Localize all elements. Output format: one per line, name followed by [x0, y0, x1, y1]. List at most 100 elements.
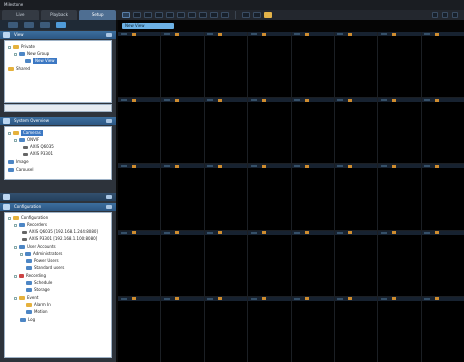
camera-cell[interactable]	[248, 98, 291, 164]
collapse-icon[interactable]	[106, 33, 112, 37]
tree-item-user-accounts[interactable]: User Accounts	[14, 244, 56, 250]
camera-cell[interactable]	[291, 230, 334, 296]
tree-item-log[interactable]: Log	[20, 317, 35, 323]
clear-icon[interactable]	[253, 12, 261, 18]
expand-icon[interactable]	[20, 252, 23, 256]
camera-cell[interactable]	[291, 296, 334, 362]
camera-cell[interactable]	[118, 32, 161, 98]
camera-cell[interactable]	[248, 32, 291, 98]
layout-2plus8-icon[interactable]	[188, 12, 196, 18]
tree-item-shared[interactable]: Shared	[8, 66, 30, 72]
layout-3x3-icon[interactable]	[144, 12, 152, 18]
camera-cell[interactable]	[334, 164, 378, 230]
tab-live[interactable]: Live	[2, 10, 39, 20]
layout-4x4-icon[interactable]	[155, 12, 163, 18]
expand-icon[interactable]	[14, 274, 17, 278]
camera-cell[interactable]	[378, 164, 421, 230]
tree-item-carousel[interactable]: Carousel	[8, 167, 33, 173]
expand-icon[interactable]	[14, 52, 17, 56]
view-tab[interactable]: New View	[122, 23, 174, 29]
configuration-header[interactable]: Configuration	[0, 203, 116, 211]
tree-item-recorder-1[interactable]: AXIS Q6035 [192.168.1.244:8080]	[22, 229, 98, 235]
camera-cell[interactable]	[248, 296, 291, 362]
tree-item-recorder-2[interactable]: AXIS P3301 [192.168.1.100:8080]	[22, 236, 97, 242]
tree-item-administrators[interactable]: Administrators	[20, 251, 62, 257]
camera-cell[interactable]	[421, 230, 464, 296]
camera-cell[interactable]	[161, 32, 204, 98]
tree-item-motion[interactable]: Motion	[26, 309, 48, 315]
expand-icon[interactable]	[14, 245, 17, 249]
camera-cell[interactable]	[421, 164, 464, 230]
tree-item-private[interactable]: Private	[8, 44, 35, 50]
layout-1plus5-icon[interactable]	[166, 12, 174, 18]
tree-item-configuration[interactable]: Configuration	[8, 215, 48, 221]
camera-cell[interactable]	[161, 164, 204, 230]
help-icon[interactable]	[452, 12, 458, 18]
tab-playback[interactable]: Playback	[40, 10, 78, 20]
tree-item-image[interactable]: Image	[8, 159, 29, 165]
camera-cell[interactable]	[378, 32, 421, 98]
collapse-icon[interactable]	[106, 205, 112, 209]
fullscreen-icon[interactable]	[242, 12, 250, 18]
camera-cell[interactable]	[334, 32, 378, 98]
camera-cell[interactable]	[204, 98, 248, 164]
tree-item-camera-1[interactable]: AXIS Q6035	[23, 144, 54, 150]
expand-icon[interactable]	[8, 216, 11, 220]
camera-cell[interactable]	[161, 98, 204, 164]
camera-cell[interactable]	[334, 98, 378, 164]
tree-item-onvif[interactable]: ONVIF	[14, 137, 39, 143]
camera-cell[interactable]	[421, 296, 464, 362]
refresh-icon[interactable]	[56, 22, 66, 28]
camera-cell[interactable]	[248, 164, 291, 230]
layout-5x5-icon[interactable]	[199, 12, 207, 18]
camera-cell[interactable]	[118, 230, 161, 296]
camera-cell[interactable]	[204, 230, 248, 296]
layout-1x1-icon[interactable]	[122, 12, 130, 18]
system-overview-header[interactable]: System Overview	[0, 117, 116, 125]
expand-icon[interactable]	[14, 296, 17, 300]
tree-item-event[interactable]: Event	[14, 295, 38, 301]
expand-icon[interactable]	[14, 223, 17, 227]
camera-cell[interactable]	[204, 296, 248, 362]
expand-icon[interactable]	[8, 45, 11, 49]
tree-item-new-view[interactable]: New View	[25, 58, 57, 64]
camera-cell[interactable]	[378, 98, 421, 164]
camera-cell[interactable]	[421, 98, 464, 164]
monitor-icon[interactable]	[8, 22, 18, 28]
tab-setup[interactable]: Setup	[79, 10, 117, 20]
camera-cell[interactable]	[291, 32, 334, 98]
layout-6x6-icon[interactable]	[210, 12, 218, 18]
tree-item-standard-users[interactable]: Standard users	[26, 265, 64, 271]
tree-item-recorders[interactable]: Recorders	[14, 222, 47, 228]
camera-cell[interactable]	[118, 296, 161, 362]
view-panel-header[interactable]: View	[0, 31, 116, 39]
camera-cell[interactable]	[291, 164, 334, 230]
layout-switch-icon[interactable]	[432, 12, 438, 18]
camera-cell[interactable]	[248, 230, 291, 296]
camera-cell[interactable]	[118, 164, 161, 230]
layout-1plus7-icon[interactable]	[177, 12, 185, 18]
tree-item-power-users[interactable]: Power Users	[26, 258, 59, 264]
camera-cell[interactable]	[421, 32, 464, 98]
tree-item-new-group[interactable]: New Group	[14, 51, 49, 57]
collapse-icon[interactable]	[106, 119, 112, 123]
tree-item-storage[interactable]: Storage	[26, 287, 50, 293]
expand-icon[interactable]	[14, 138, 17, 142]
tree-item-recording[interactable]: Recording	[14, 273, 46, 279]
camera-cell[interactable]	[161, 230, 204, 296]
tree-item-alarm-in[interactable]: Alarm In	[26, 302, 51, 308]
camera-cell[interactable]	[291, 98, 334, 164]
collapsed-panel-header[interactable]	[0, 193, 116, 201]
tree-item-cameras[interactable]: Cameras	[8, 130, 43, 136]
camera-cell[interactable]	[161, 296, 204, 362]
folder-icon[interactable]	[264, 12, 272, 18]
camera-cell[interactable]	[334, 296, 378, 362]
save-icon[interactable]	[40, 22, 50, 28]
camera-icon[interactable]	[24, 22, 34, 28]
camera-cell[interactable]	[378, 296, 421, 362]
tree-item-schedule[interactable]: Schedule	[26, 280, 52, 286]
settings-icon[interactable]	[442, 12, 448, 18]
camera-cell[interactable]	[118, 98, 161, 164]
camera-cell[interactable]	[204, 32, 248, 98]
camera-cell[interactable]	[378, 230, 421, 296]
